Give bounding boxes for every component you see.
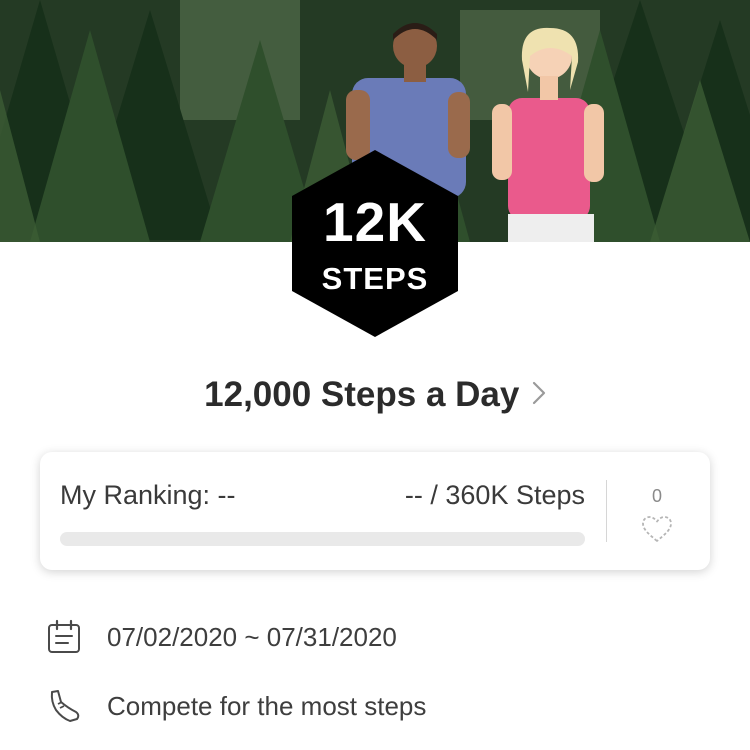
challenge-badge: 12K STEPS <box>292 150 458 337</box>
card-divider <box>606 480 607 542</box>
steps-progress-bar <box>60 532 585 546</box>
steps-progress-text: -- / 360K Steps <box>404 480 585 510</box>
like-count: 0 <box>651 486 662 506</box>
heart-outline-icon[interactable] <box>640 514 674 544</box>
badge-value: 12K <box>323 191 427 253</box>
badge-unit: STEPS <box>321 261 429 296</box>
challenge-title[interactable]: 12,000 Steps a Day <box>204 375 519 414</box>
calendar-icon <box>48 619 80 653</box>
challenge-goal-text: Compete for the most steps <box>107 691 427 721</box>
chevron-right-icon[interactable] <box>532 380 546 406</box>
challenge-title-link[interactable]: 12,000 Steps a Day <box>0 370 750 420</box>
my-ranking-label: My Ranking: -- <box>60 480 236 510</box>
shoe-icon <box>50 690 80 722</box>
date-range-text: 07/02/2020 ~ 07/31/2020 <box>107 622 397 652</box>
ranking-card[interactable]: My Ranking: -- -- / 360K Steps 0 <box>40 452 710 570</box>
